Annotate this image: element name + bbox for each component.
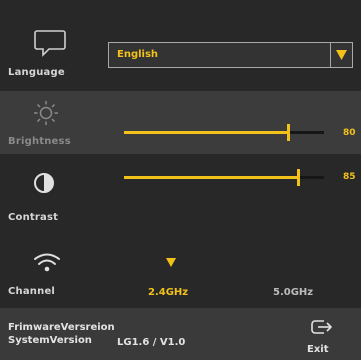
dropdown-toggle[interactable] <box>330 43 352 67</box>
contrast-icon <box>34 173 54 193</box>
channel-label: Channel <box>8 286 56 297</box>
contrast-row[interactable]: Contrast 85 <box>0 154 361 238</box>
language-row: Language English <box>0 0 361 91</box>
exit-icon[interactable] <box>310 319 334 335</box>
contrast-value: 85 <box>343 172 356 182</box>
slider-handle[interactable] <box>297 169 300 186</box>
language-selected-value: English <box>117 49 159 60</box>
slider-fill <box>124 131 288 134</box>
system-version-label: SystemVersion <box>8 335 92 346</box>
slider-fill <box>124 176 298 179</box>
system-version-value: LG1.6 / V1.0 <box>117 337 186 348</box>
slider-handle[interactable] <box>287 124 290 141</box>
exit-button[interactable]: Exit <box>307 344 329 355</box>
language-dropdown[interactable]: English <box>108 42 353 68</box>
selected-indicator-icon <box>166 258 176 267</box>
channel-row: Channel 2.4GHz 5.0GHz <box>0 238 361 308</box>
chevron-down-icon <box>336 50 347 60</box>
contrast-label: Contrast <box>8 212 59 223</box>
brightness-slider[interactable] <box>124 124 324 141</box>
wifi-icon <box>34 253 60 272</box>
contrast-slider[interactable] <box>124 169 324 186</box>
sun-icon <box>34 101 58 125</box>
brightness-label: Brightness <box>8 136 71 147</box>
firmware-version-label: FrimwareVersreion <box>8 322 115 333</box>
language-label: Language <box>8 67 65 78</box>
brightness-value: 80 <box>343 128 356 138</box>
speech-bubble-icon <box>34 30 66 57</box>
channel-option-2-4ghz[interactable]: 2.4GHz <box>148 287 188 298</box>
footer: FrimwareVersreion SystemVersion LG1.6 / … <box>0 308 361 360</box>
brightness-row[interactable]: Brightness 80 <box>0 91 361 154</box>
channel-option-5-0ghz[interactable]: 5.0GHz <box>273 287 313 298</box>
